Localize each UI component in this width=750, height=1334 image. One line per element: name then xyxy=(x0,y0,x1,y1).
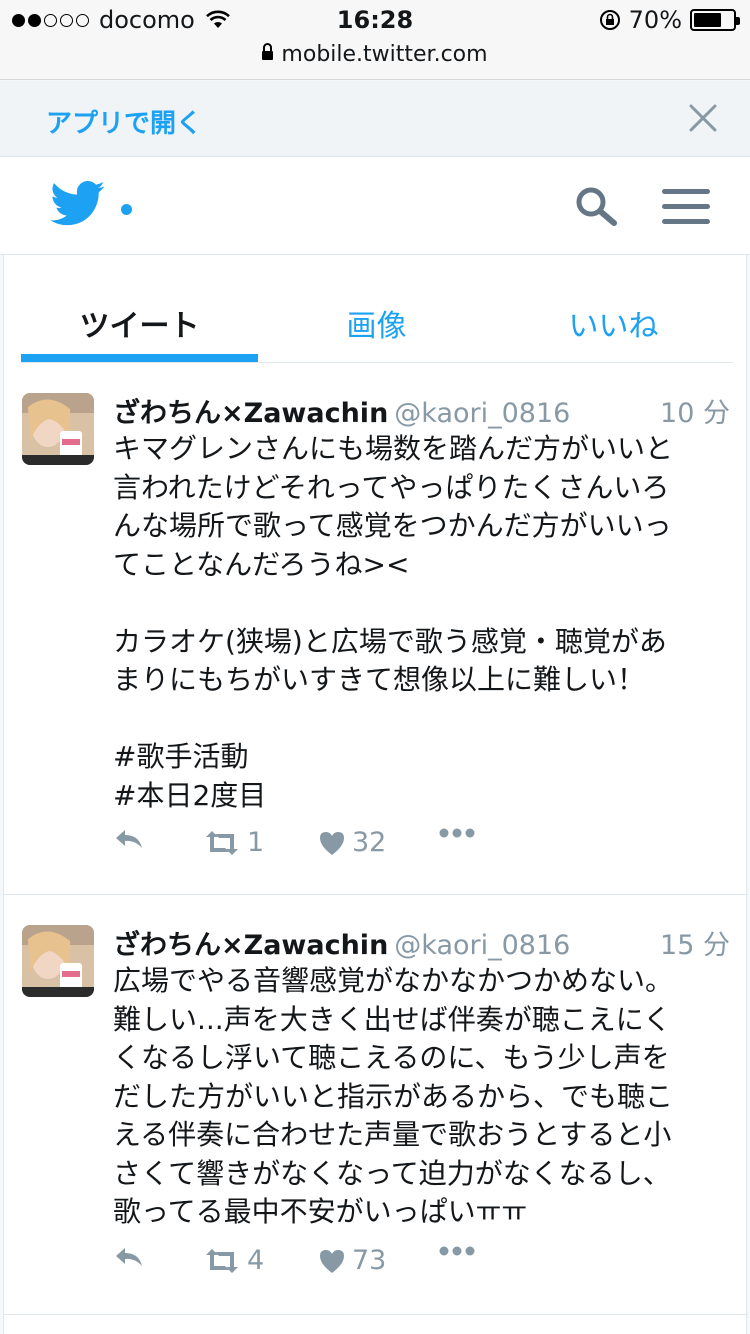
notification-dot xyxy=(121,204,132,215)
avatar-image xyxy=(22,393,94,465)
tweet-header: ざわちん×Zawachin @kaori_0816 15 分 xyxy=(113,923,730,962)
author-name[interactable]: ざわちん×Zawachin xyxy=(113,398,388,429)
url-text: mobile.twitter.com xyxy=(281,42,488,67)
reply-icon xyxy=(116,830,142,848)
reply-icon xyxy=(116,1248,142,1266)
reply-button[interactable] xyxy=(113,1245,145,1269)
retweet-button[interactable]: 1 xyxy=(203,827,264,858)
tweet-text: キマグレンさんにも場数を踏んだ方がいいと 言われたけどそれってやっぱりたくさんい… xyxy=(113,432,674,812)
tab-tweets[interactable]: ツイート xyxy=(21,301,258,345)
more-dots-icon xyxy=(439,828,475,838)
author-name[interactable]: ざわちん×Zawachin xyxy=(113,930,388,961)
open-in-app-banner: アプリで開く xyxy=(0,81,750,157)
tweet[interactable]: ざわちん×Zawachin @kaori_0816 15 分 広場でやる音響感覚が… xyxy=(4,895,748,1315)
status-bar: docomo 16:28 70% xyxy=(0,0,750,40)
profile-tabs: ツイート 画像 いいね xyxy=(21,283,733,363)
tweet-timestamp[interactable]: 10 分 xyxy=(660,391,730,430)
active-tab-indicator xyxy=(21,354,258,362)
tweet-header: ざわちん×Zawachin @kaori_0816 10 分 xyxy=(113,391,730,430)
tab-likes[interactable]: いいね xyxy=(495,301,732,345)
like-count: 32 xyxy=(352,827,387,858)
battery-percent: 70% xyxy=(628,6,682,34)
tweet-actions: 1 32 xyxy=(113,827,673,867)
author-handle[interactable]: @kaori_0816 xyxy=(394,398,570,429)
more-options-button[interactable] xyxy=(439,1245,475,1257)
tweet-timestamp[interactable]: 15 分 xyxy=(660,923,730,962)
more-options-button[interactable] xyxy=(439,827,475,839)
search-icon[interactable] xyxy=(574,185,620,227)
avatar[interactable] xyxy=(22,393,94,465)
url-bar[interactable]: mobile.twitter.com xyxy=(0,40,750,80)
timeline-area: ツイート 画像 いいね ざわちん×Zawachin @kaori_0816 10… xyxy=(0,255,750,1334)
open-in-app-link[interactable]: アプリで開く xyxy=(46,103,202,140)
retweet-count: 4 xyxy=(247,1245,265,1276)
avatar-image xyxy=(22,925,94,997)
heart-icon xyxy=(320,1249,344,1273)
hamburger-menu-icon[interactable] xyxy=(662,187,710,227)
profile-timeline-card: ツイート 画像 いいね ざわちん×Zawachin @kaori_0816 10… xyxy=(3,255,748,1334)
avatar[interactable] xyxy=(22,925,94,997)
retweet-button[interactable]: 4 xyxy=(203,1245,264,1276)
like-button[interactable]: 32 xyxy=(318,827,386,858)
reply-button[interactable] xyxy=(113,827,145,851)
tab-media[interactable]: 画像 xyxy=(258,301,495,345)
more-dots-icon xyxy=(439,1246,475,1256)
like-button[interactable]: 73 xyxy=(318,1245,386,1276)
battery-icon xyxy=(690,9,740,31)
like-count: 73 xyxy=(352,1245,387,1276)
retweet-icon xyxy=(206,830,238,855)
tweet-text: 広場でやる音響感覚がなかなかつかめない。 難しい...声を大きく出せば伴奏が聴こ… xyxy=(113,964,674,1228)
lock-icon xyxy=(262,43,274,60)
rotation-lock-icon xyxy=(599,10,620,30)
status-right: 70% xyxy=(599,6,740,34)
close-icon[interactable] xyxy=(686,101,720,135)
tweet[interactable]: ざわちん×Zawachin @kaori_0816 10 分 キマグレンさんにも場… xyxy=(4,363,748,895)
retweet-count: 1 xyxy=(247,827,265,858)
author-handle[interactable]: @kaori_0816 xyxy=(394,930,570,961)
heart-icon xyxy=(320,831,344,855)
top-header xyxy=(0,157,750,255)
twitter-bird-icon[interactable] xyxy=(50,181,106,227)
retweet-icon xyxy=(206,1248,238,1273)
tweet-actions: 4 73 xyxy=(113,1245,673,1285)
